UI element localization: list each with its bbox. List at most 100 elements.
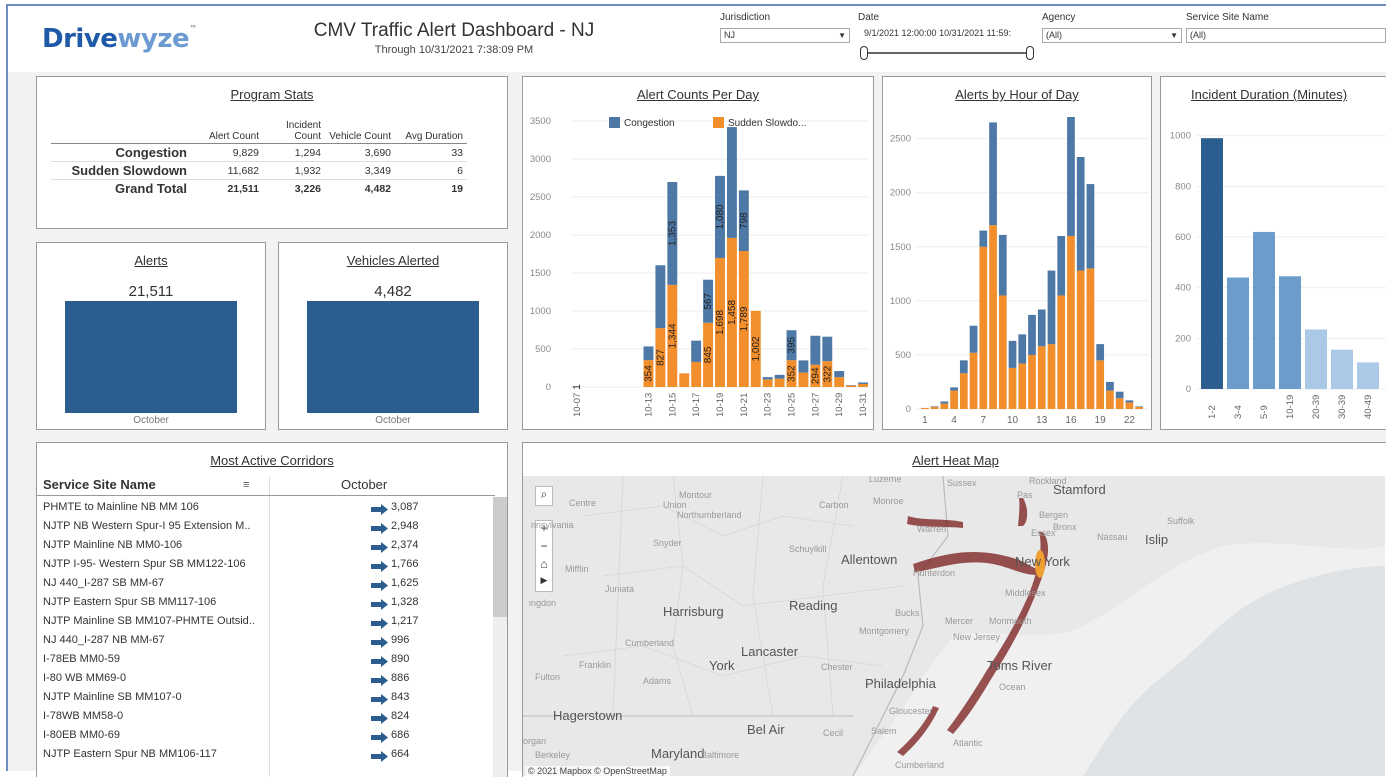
corridor-name[interactable]: NJTP Mainline SB MM107-PHMTE Outsid..: [43, 615, 255, 627]
bar-sudden-slowdown: [679, 373, 689, 387]
corridor-name[interactable]: NJ 440_I-287 NB MM-67: [43, 634, 165, 646]
service-site-select[interactable]: (All): [1186, 28, 1386, 43]
map-label-bronx: Bronx: [1053, 522, 1077, 532]
bar-sudden-slowdown: [950, 391, 958, 409]
map-label-philadelphia: Philadelphia: [865, 676, 936, 691]
bar-sudden-slowdown: [834, 377, 844, 387]
map-label-chester: Chester: [821, 662, 853, 672]
map-label-organ: organ: [523, 736, 546, 746]
vehicles-kpi-bar[interactable]: [307, 301, 479, 413]
x-tick-label: 16: [1065, 415, 1077, 426]
arrow-right-icon: [371, 616, 389, 626]
jurisdiction-select[interactable]: NJ▼: [720, 28, 850, 43]
agency-select[interactable]: (All)▼: [1042, 28, 1182, 43]
map-label-ocean: Ocean: [999, 682, 1026, 692]
corridor-name[interactable]: NJTP Eastern Spur SB MM117-106: [43, 596, 216, 608]
corridor-name[interactable]: NJTP Mainline NB MM0-106: [43, 539, 182, 551]
bar-sudden-slowdown: [1135, 407, 1143, 409]
map-label-huntingdon: ingdon: [529, 598, 556, 608]
agency-label: Agency: [1042, 12, 1075, 23]
map-label-suffolk: Suffolk: [1167, 516, 1194, 526]
alerts-kpi-bar[interactable]: [65, 301, 237, 413]
map-label-monmouth: Monmouth: [989, 616, 1032, 626]
corridors-col-name[interactable]: Service Site Name: [43, 477, 156, 492]
corridor-name[interactable]: NJTP Mainline SB MM107-0: [43, 691, 182, 703]
date-slider-start-handle[interactable]: [860, 46, 868, 60]
x-tick-label: 1: [922, 415, 928, 426]
map-label-adams: Adams: [643, 676, 671, 686]
corridor-name[interactable]: NJ 440_I-287 SB MM-67: [43, 577, 164, 589]
scrollbar-thumb[interactable]: [493, 497, 507, 617]
x-tick-label: 3-4: [1233, 405, 1244, 419]
x-tick-label: 10-07: [572, 393, 583, 417]
bar-sudden-slowdown: [858, 384, 868, 387]
corridor-name[interactable]: I-78WB MM58-0: [43, 710, 123, 722]
map-attribution: © 2021 Mapbox © OpenStreetMap: [525, 766, 670, 776]
heatmap-map[interactable]: ⌕ + − ⌂ ▶ SussexRocklandStamfordLuzerneM…: [523, 476, 1385, 776]
bar-duration: [1357, 362, 1379, 389]
map-label-maryland: Maryland: [651, 746, 704, 761]
bar-sudden-slowdown: [1116, 398, 1124, 409]
corridor-name[interactable]: NJTP Eastern Spur NB MM106-117: [43, 748, 217, 760]
map-label-salem: Salem: [871, 726, 897, 736]
bar-congestion: [834, 371, 844, 377]
map-label-hunterdon: Hunterdon: [913, 568, 955, 578]
legend-swatch-congestion: [609, 117, 620, 128]
map-base: [523, 476, 1385, 776]
map-label-snyder: Snyder: [653, 538, 682, 548]
logo-tm: ™: [189, 24, 197, 33]
bar-sudden-slowdown: [691, 362, 701, 387]
bar-sudden-slowdown: [931, 407, 939, 409]
zoom-out-button[interactable]: −: [536, 539, 552, 557]
corridor-name[interactable]: NJTP NB Western Spur-I 95 Extension M..: [43, 520, 250, 532]
corridor-name[interactable]: NJTP I-95- Western Spur SB MM122-106: [43, 558, 246, 570]
play-arrow-icon: ▶: [541, 575, 548, 585]
corridor-name[interactable]: I-80 WB MM69-0: [43, 672, 126, 684]
sort-icon[interactable]: ≡: [243, 479, 249, 491]
incident-duration-chart: 020040060080010001-23-45-910-1920-3930-3…: [1161, 99, 1386, 429]
map-label-pas: Pas: [1017, 490, 1033, 500]
legend-label-congestion: Congestion: [624, 118, 675, 129]
map-label-atlantic: Atlantic: [953, 738, 983, 748]
home-button[interactable]: ⌂: [536, 557, 552, 575]
data-label: 294: [810, 367, 821, 384]
corridors-panel: Most Active Corridors Service Site Name …: [36, 442, 508, 777]
x-tick-label: 5-9: [1259, 405, 1270, 419]
y-tick-label: 1000: [890, 296, 911, 307]
bar-sudden-slowdown: [763, 379, 773, 387]
bar-congestion: [1038, 310, 1046, 347]
corridor-name[interactable]: PHMTE to Mainline NB MM 106: [43, 501, 199, 513]
date-slider-track[interactable]: [864, 52, 1032, 54]
arrow-right-icon: [371, 502, 389, 512]
data-label: 352: [787, 365, 798, 382]
y-tick-label: 0: [1186, 384, 1191, 395]
map-label-union: Union: [663, 500, 687, 510]
corridor-count: 686: [391, 729, 409, 741]
x-tick-label: 10-17: [691, 393, 702, 417]
bar-sudden-slowdown: [1057, 295, 1065, 409]
x-tick-label: 10-13: [643, 393, 654, 417]
map-label-tomsriver: Toms River: [987, 658, 1052, 673]
data-label: 395: [787, 336, 798, 353]
x-tick-label: 10-29: [834, 393, 845, 417]
map-label-stamford: Stamford: [1053, 482, 1106, 497]
corridor-name[interactable]: I-80EB MM0-69: [43, 729, 120, 741]
bar-congestion: [1106, 382, 1114, 391]
bar-congestion: [644, 346, 654, 360]
x-tick-label: 40-49: [1363, 395, 1374, 419]
arrow-right-icon: [371, 521, 389, 531]
corridor-count: 1,217: [391, 615, 419, 627]
date-label: Date: [858, 12, 879, 23]
data-label: 354: [643, 365, 654, 382]
date-slider-end-handle[interactable]: [1026, 46, 1034, 60]
scrollbar-track[interactable]: [493, 617, 507, 777]
toolbar-expand-button[interactable]: ▶: [536, 575, 552, 593]
bar-congestion: [1018, 334, 1026, 363]
logo-drive: Drive: [42, 24, 117, 54]
chevron-down-icon: ▼: [838, 29, 846, 42]
corridor-count: 664: [391, 748, 409, 760]
corridor-name[interactable]: I-78EB MM0-59: [43, 653, 120, 665]
map-label-gloucester: Gloucester: [889, 706, 933, 716]
corridor-count: 890: [391, 653, 409, 665]
map-search-button[interactable]: ⌕: [535, 486, 553, 506]
